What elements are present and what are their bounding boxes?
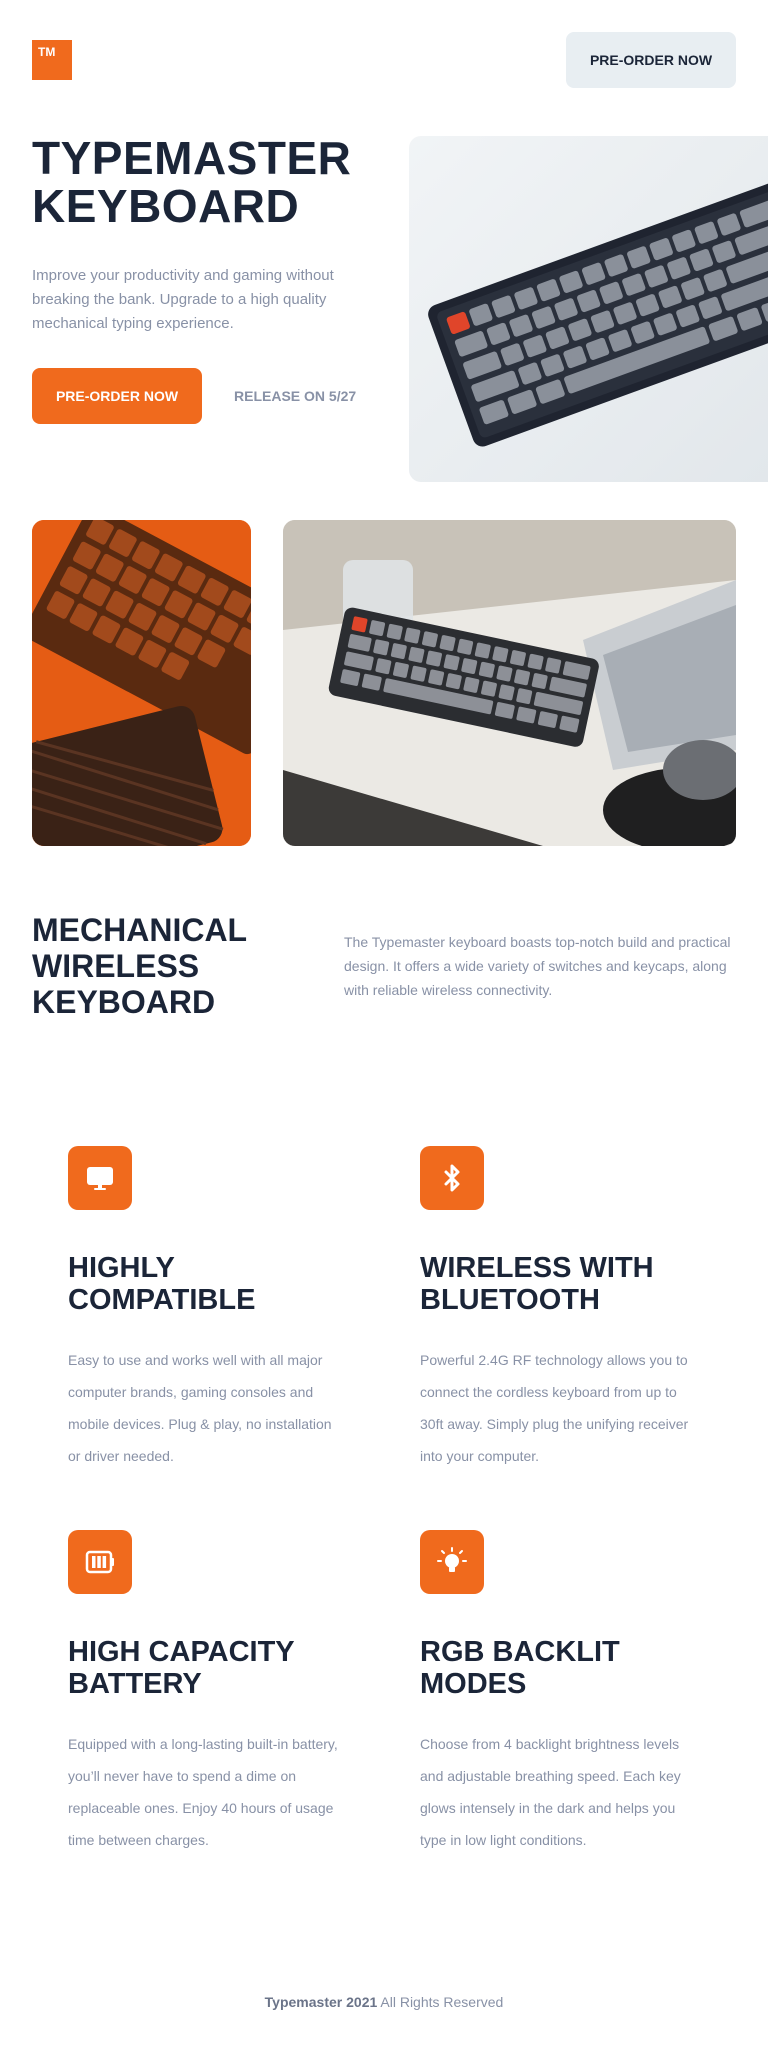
feature-highly-compatible: HIGHLY COMPATIBLE Easy to use and works … bbox=[68, 1146, 358, 1472]
monitor-icon bbox=[68, 1146, 132, 1210]
footer-rights: All Rights Reserved bbox=[380, 1994, 504, 2010]
feature-description: Easy to use and works well with all majo… bbox=[68, 1352, 332, 1464]
lightbulb-icon bbox=[420, 1530, 484, 1594]
preorder-button-header[interactable]: PRE-ORDER NOW bbox=[566, 32, 736, 88]
feature-title: WIRELESS WITH BLUETOOTH bbox=[420, 1252, 654, 1316]
hero-description: Improve your productivity and gaming wit… bbox=[32, 267, 334, 332]
feature-description: Choose from 4 backlight brightness level… bbox=[420, 1736, 681, 1848]
feature-title: HIGH CAPACITY BATTERY bbox=[68, 1636, 295, 1700]
feature-description: Equipped with a long-lasting built-in ba… bbox=[68, 1736, 338, 1848]
release-date: RELEASE ON 5/27 bbox=[234, 388, 357, 404]
about-title: MECHANICAL WIRELESS KEYBOARD bbox=[32, 912, 247, 1020]
about-description: The Typemaster keyboard boasts top-notch… bbox=[344, 934, 731, 998]
feature-battery: HIGH CAPACITY BATTERY Equipped with a lo… bbox=[68, 1530, 358, 1856]
logo[interactable]: TM bbox=[32, 40, 72, 80]
feature-title: HIGHLY COMPATIBLE bbox=[68, 1252, 256, 1316]
battery-icon bbox=[68, 1530, 132, 1594]
feature-title: RGB BACKLIT MODES bbox=[420, 1636, 620, 1700]
gallery-image-orange-keyboard bbox=[32, 520, 251, 846]
feature-wireless-bluetooth: WIRELESS WITH BLUETOOTH Powerful 2.4G RF… bbox=[420, 1146, 710, 1472]
gallery-image-desk-setup bbox=[283, 520, 736, 846]
footer-brand: Typemaster 2021 bbox=[264, 1994, 378, 2010]
hero-keyboard-image bbox=[409, 136, 768, 482]
hero-title: TYPEMASTER KEYBOARD bbox=[32, 132, 352, 232]
footer: Typemaster 2021 All Rights Reserved bbox=[0, 1994, 768, 2010]
bluetooth-icon bbox=[420, 1146, 484, 1210]
feature-description: Powerful 2.4G RF technology allows you t… bbox=[420, 1352, 689, 1464]
preorder-button-hero[interactable]: PRE-ORDER NOW bbox=[32, 368, 202, 424]
feature-rgb-backlit: RGB BACKLIT MODES Choose from 4 backligh… bbox=[420, 1530, 710, 1856]
